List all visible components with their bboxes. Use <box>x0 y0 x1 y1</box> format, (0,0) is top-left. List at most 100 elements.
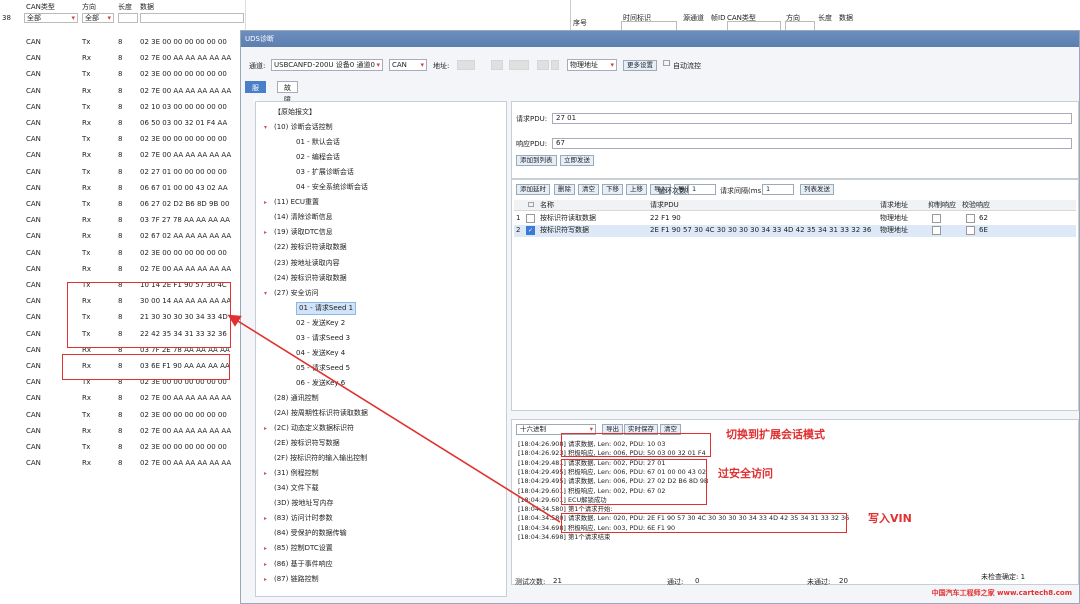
req-pdu-input[interactable]: 27 01 <box>552 113 1072 124</box>
tree-node[interactable]: ▸ (2C) 动态定义数据标识符 <box>264 422 354 435</box>
address-field-5[interactable] <box>551 60 559 70</box>
tree-node[interactable]: 01 - 默认会话 <box>296 136 340 149</box>
tree-node[interactable]: ▾ (27) 安全访问 <box>264 287 319 300</box>
list-tool-button[interactable]: 添加延时 <box>516 184 550 195</box>
tree-node[interactable]: (28) 通讯控制 <box>274 392 319 405</box>
collapsed-icon[interactable]: ▸ <box>264 422 267 435</box>
tree-node[interactable]: ▾ (10) 诊断会话控制 <box>264 121 333 134</box>
trace-row[interactable]: CAN Tx 8 02 3E 00 00 00 00 00 00 <box>0 66 245 82</box>
list-tool-button[interactable]: 上移 <box>626 184 647 195</box>
address-field-4[interactable] <box>537 60 549 70</box>
tree-node[interactable]: 04 - 发送Key 4 <box>296 347 345 360</box>
protocol-select[interactable]: CAN ▾ <box>389 59 427 71</box>
collapsed-icon[interactable]: ▸ <box>264 226 267 239</box>
tree-node[interactable]: 02 - 发送Key 2 <box>296 317 345 330</box>
more-settings-button[interactable]: 更多设置 <box>623 60 657 71</box>
tree-node[interactable]: 02 - 编程会话 <box>296 151 340 164</box>
trace-row[interactable]: CAN Tx 8 02 10 03 00 00 00 00 00 <box>0 99 245 115</box>
tree-node[interactable]: ▸ (11) ECU重置 <box>264 196 319 209</box>
tab-fault-codes[interactable]: 故障码 <box>277 81 298 116</box>
trace-row[interactable]: CAN Rx 8 02 7E 00 AA AA AA AA AA <box>0 390 245 406</box>
address-type-select[interactable]: 物理地址 ▾ <box>567 59 617 71</box>
trace-row[interactable]: CAN Tx 8 02 3E 00 00 00 00 00 00 <box>0 245 245 261</box>
verify-checkbox[interactable] <box>966 226 975 235</box>
tab-service[interactable]: 服务 <box>245 81 266 104</box>
grid-row[interactable]: 2 ✓ 按标识符写数据 2E F1 90 57 30 4C 30 30 30 30 3… <box>514 225 1076 237</box>
channel-select[interactable]: USBCANFD-200U 设备0 通道0 ▾ <box>271 59 383 71</box>
tree-node[interactable]: (84) 受保护的数据传输 <box>274 527 347 540</box>
suppress-checkbox[interactable] <box>932 226 941 235</box>
tree-node[interactable]: 【原始报文】 <box>274 106 316 119</box>
tree-node[interactable]: (2E) 按标识符写数据 <box>274 437 340 450</box>
grid-select-all[interactable]: ☐ <box>528 200 534 211</box>
row-checkbox[interactable]: ✓ <box>526 226 535 235</box>
add-to-list-button[interactable]: 添加到列表 <box>516 155 557 166</box>
tree-node[interactable]: (2A) 按周期性标识符读取数据 <box>274 407 368 420</box>
tree-node[interactable]: (34) 文件下载 <box>274 482 319 495</box>
list-send-button[interactable]: 列表发送 <box>800 184 834 195</box>
tree-node-label: (31) 例程控制 <box>274 469 319 478</box>
list-tool-button[interactable]: 删除 <box>554 184 575 195</box>
collapsed-icon[interactable]: ▸ <box>264 512 267 525</box>
tree-node[interactable]: ▸ (31) 例程控制 <box>264 467 319 480</box>
trace-row[interactable]: CAN Rx 8 02 7E 00 AA AA AA AA AA <box>0 83 245 99</box>
trace-row[interactable]: CAN Rx 8 06 67 01 00 00 43 02 AA <box>0 180 245 196</box>
resp-pdu-input[interactable]: 67 <box>552 138 1072 149</box>
verify-checkbox[interactable] <box>966 214 975 223</box>
collapsed-icon[interactable]: ▸ <box>264 542 267 555</box>
can-type-filter[interactable]: 全部 ▾ <box>24 13 78 23</box>
trace-row[interactable]: CAN Tx 8 02 3E 00 00 00 00 00 00 <box>0 34 245 50</box>
grid-row[interactable]: 1 按标识符读取数据 22 F1 90 物理地址 62 <box>514 213 1076 225</box>
row-checkbox[interactable] <box>526 214 535 223</box>
tree-node[interactable]: 01 - 请求Seed 1 <box>296 301 357 315</box>
tree-node[interactable]: (2F) 按标识符的输入输出控制 <box>274 452 367 465</box>
direction-filter[interactable]: 全部 ▾ <box>82 13 114 23</box>
tree-node[interactable]: ▸ (87) 链路控制 <box>264 573 319 586</box>
auto-flow-checkbox[interactable]: ☐ <box>663 59 670 68</box>
tree-node[interactable]: (22) 按标识符读取数据 <box>274 241 347 254</box>
trace-row[interactable]: CAN Rx 8 02 7E 00 AA AA AA AA AA <box>0 50 245 66</box>
trace-row[interactable]: CAN Tx 8 02 3E 00 00 00 00 00 00 <box>0 439 245 455</box>
collapsed-icon[interactable]: ▸ <box>264 196 267 209</box>
tree-node[interactable]: 03 - 扩展诊断会话 <box>296 166 354 179</box>
trace-row[interactable]: CAN Rx 8 02 7E 00 AA AA AA AA AA <box>0 147 245 163</box>
tree-node[interactable]: 05 - 请求Seed 5 <box>296 362 350 375</box>
tree-node[interactable]: ▸ (86) 基于事件响应 <box>264 558 333 571</box>
tree-node[interactable]: (23) 按地址读取内容 <box>274 257 340 270</box>
tree-node[interactable]: 03 - 请求Seed 3 <box>296 332 350 345</box>
tree-node[interactable]: 06 - 发送Key 6 <box>296 377 345 390</box>
tree-node[interactable]: (3D) 按地址写内存 <box>274 497 334 510</box>
address-field-2[interactable] <box>491 60 503 70</box>
trace-row[interactable]: CAN Rx 8 02 7E 00 AA AA AA AA AA <box>0 455 245 471</box>
suppress-checkbox[interactable] <box>932 214 941 223</box>
tree-node[interactable]: (24) 按标识符读取数据 <box>274 272 347 285</box>
list-tool-button[interactable]: 清空 <box>578 184 599 195</box>
trace-row[interactable]: CAN Rx 8 02 7E 00 AA AA AA AA AA <box>0 423 245 439</box>
trace-row[interactable]: CAN Tx 8 02 3E 00 00 00 00 00 00 <box>0 131 245 147</box>
tree-node[interactable]: (14) 清除诊断信息 <box>274 211 333 224</box>
trace-row[interactable]: CAN Tx 8 02 27 01 00 00 00 00 00 <box>0 164 245 180</box>
trace-row[interactable]: CAN Tx 8 02 3E 00 00 00 00 00 00 <box>0 407 245 423</box>
data-filter[interactable] <box>140 13 244 23</box>
trace-row[interactable]: CAN Tx 8 06 27 02 D2 B6 8D 9B 00 <box>0 196 245 212</box>
interval-input[interactable]: 1 <box>762 184 794 195</box>
tree-node[interactable]: ▸ (19) 读取DTC信息 <box>264 226 333 239</box>
tree-node[interactable]: 04 - 安全系统诊断会话 <box>296 181 368 194</box>
collapsed-icon[interactable]: ▸ <box>264 573 267 586</box>
trace-row[interactable]: CAN Rx 8 02 67 02 AA AA AA AA AA <box>0 228 245 244</box>
length-filter[interactable] <box>118 13 138 23</box>
loop-count-input[interactable]: 1 <box>688 184 716 195</box>
expanded-icon[interactable]: ▾ <box>264 121 267 134</box>
address-field-1[interactable] <box>457 60 475 70</box>
address-field-3[interactable] <box>509 60 529 70</box>
send-now-button[interactable]: 立即发送 <box>560 155 594 166</box>
trace-row[interactable]: CAN Rx 8 03 7F 27 78 AA AA AA AA <box>0 212 245 228</box>
list-tool-button[interactable]: 下移 <box>602 184 623 195</box>
trace-row[interactable]: CAN Rx 8 02 7E 00 AA AA AA AA AA <box>0 261 245 277</box>
collapsed-icon[interactable]: ▸ <box>264 558 267 571</box>
expanded-icon[interactable]: ▾ <box>264 287 267 300</box>
tree-node[interactable]: ▸ (85) 控制DTC设置 <box>264 542 333 555</box>
tree-node[interactable]: ▸ (83) 访问计时参数 <box>264 512 333 525</box>
collapsed-icon[interactable]: ▸ <box>264 467 267 480</box>
trace-row[interactable]: CAN Rx 8 06 50 03 00 32 01 F4 AA <box>0 115 245 131</box>
